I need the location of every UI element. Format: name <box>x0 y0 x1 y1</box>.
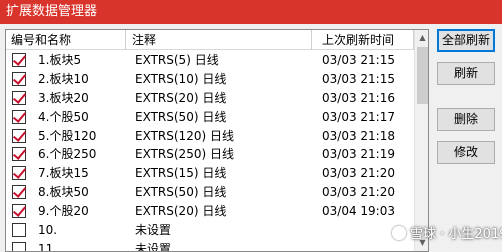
row-name: 11. <box>38 241 58 252</box>
list-row[interactable]: 7.板块15 EXTRS(15) 日线 03/03 21:20 <box>6 164 414 183</box>
row-name: 1.板块5 <box>38 53 82 67</box>
list-row[interactable]: 1.板块5 EXTRS(5) 日线 03/03 21:15 <box>6 51 414 70</box>
row-note: EXTRS(50) 日线 <box>135 185 227 200</box>
scroll-thumb[interactable] <box>417 47 428 104</box>
row-name: 9.个股20 <box>38 204 89 219</box>
row-checkbox[interactable] <box>12 147 26 162</box>
watermark: 雪球 · 小生2019 <box>392 224 502 246</box>
row-time: 03/03 21:20 <box>322 185 395 200</box>
refresh-button[interactable]: 刷新 <box>437 62 495 85</box>
row-checkbox[interactable] <box>12 71 26 86</box>
list-rows: 1.板块5 EXTRS(5) 日线 03/03 21:15 2.板块10 EXTRS(1… <box>6 51 414 252</box>
row-checkbox[interactable] <box>12 53 26 67</box>
row-checkbox[interactable] <box>12 128 26 143</box>
refresh-all-button[interactable]: 全部刷新 <box>437 29 495 52</box>
row-note: EXTRS(10) 日线 <box>135 71 227 86</box>
row-checkbox[interactable] <box>12 109 26 124</box>
window-title: 扩展数据管理器 <box>0 0 502 24</box>
list-row[interactable]: 11. 未设置 <box>6 240 414 252</box>
extension-data-list[interactable]: 编号和名称 注释 上次刷新时间 1.板块5 EXTRS(5) 日线 03/03 21… <box>5 29 429 252</box>
row-time: 03/03 21:15 <box>322 71 395 86</box>
snowball-logo-icon <box>392 226 406 240</box>
row-note: EXTRS(120) 日线 <box>135 128 234 143</box>
column-header-time[interactable]: 上次刷新时间 <box>312 30 414 50</box>
row-time: 03/03 21:17 <box>322 109 395 124</box>
row-time: 03/03 21:15 <box>322 53 395 67</box>
row-name: 7.板块15 <box>38 166 89 181</box>
list-row[interactable]: 2.板块10 EXTRS(10) 日线 03/03 21:15 <box>6 70 414 89</box>
row-checkbox[interactable] <box>12 166 26 181</box>
list-row[interactable]: 10. 未设置 <box>6 221 414 240</box>
row-checkbox[interactable] <box>12 185 26 200</box>
list-row[interactable]: 4.个股50 EXTRS(50) 日线 03/03 21:17 <box>6 108 414 127</box>
row-name: 8.板块50 <box>38 185 89 200</box>
row-time: 03/03 21:18 <box>322 128 395 143</box>
modify-button[interactable]: 修改 <box>437 141 495 164</box>
row-name: 3.板块20 <box>38 90 89 105</box>
row-note: 未设置 <box>135 223 172 238</box>
row-name: 6.个股250 <box>38 147 97 162</box>
row-checkbox[interactable] <box>12 223 26 238</box>
list-header: 编号和名称 注释 上次刷新时间 <box>6 30 414 50</box>
scroll-up-arrow-icon[interactable]: ▲ <box>415 30 428 46</box>
row-note: EXTRS(20) 日线 <box>135 204 227 219</box>
column-header-name[interactable]: 编号和名称 <box>6 30 126 50</box>
row-note: EXTRS(5) 日线 <box>135 53 219 67</box>
row-note: EXTRS(20) 日线 <box>135 90 227 105</box>
row-note: EXTRS(50) 日线 <box>135 109 227 124</box>
list-row[interactable]: 6.个股250 EXTRS(250) 日线 03/03 21:19 <box>6 145 414 164</box>
row-name: 2.板块10 <box>38 71 89 86</box>
row-note: 未设置 <box>135 241 172 252</box>
list-row[interactable]: 9.个股20 EXTRS(20) 日线 03/04 19:03 <box>6 202 414 221</box>
row-time: 03/03 21:16 <box>322 90 395 105</box>
row-checkbox[interactable] <box>12 204 26 219</box>
row-name: 4.个股50 <box>38 109 89 124</box>
row-name: 5.个股120 <box>38 128 97 143</box>
list-row[interactable]: 3.板块20 EXTRS(20) 日线 03/03 21:16 <box>6 89 414 108</box>
row-name: 10. <box>38 223 58 238</box>
row-time: 03/03 21:20 <box>322 166 395 181</box>
list-row[interactable]: 8.板块50 EXTRS(50) 日线 03/03 21:20 <box>6 183 414 202</box>
row-time: 03/04 19:03 <box>322 204 395 219</box>
delete-button[interactable]: 删除 <box>437 108 495 131</box>
row-time: 03/03 21:19 <box>322 147 395 162</box>
watermark-text: 雪球 · 小生2019 <box>410 227 502 242</box>
row-checkbox[interactable] <box>12 241 26 251</box>
list-row[interactable]: 5.个股120 EXTRS(120) 日线 03/03 21:18 <box>6 127 414 146</box>
vertical-scrollbar[interactable]: ▲ ▼ <box>414 30 428 251</box>
row-checkbox[interactable] <box>12 90 26 105</box>
row-note: EXTRS(250) 日线 <box>135 147 234 162</box>
column-header-note[interactable]: 注释 <box>126 30 312 50</box>
row-note: EXTRS(15) 日线 <box>135 166 227 181</box>
